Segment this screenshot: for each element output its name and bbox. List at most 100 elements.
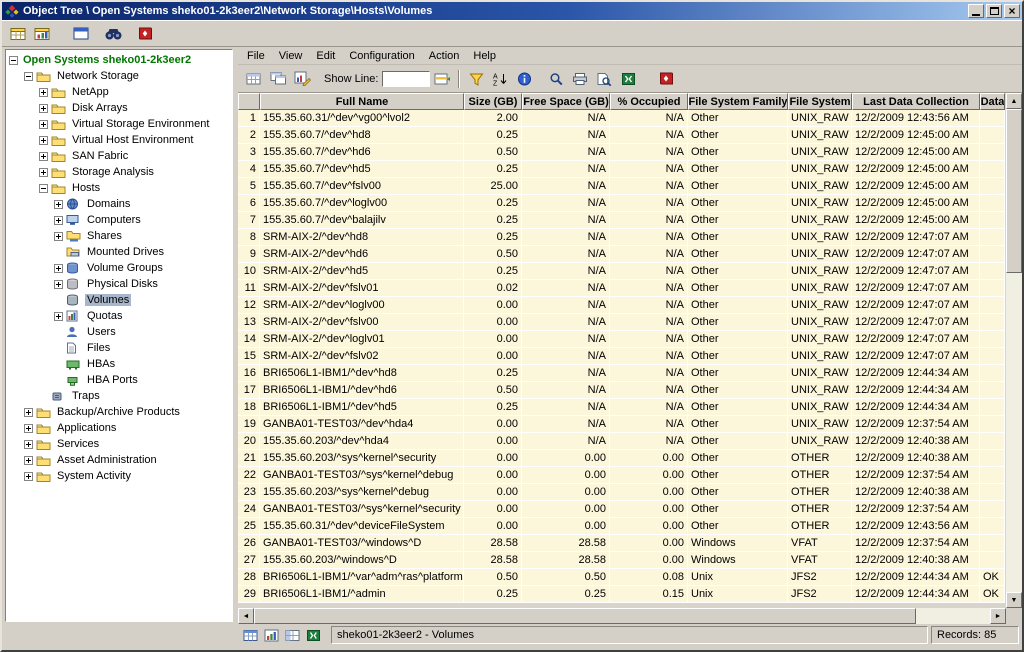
tree-item-storage-analysis[interactable]: Storage Analysis bbox=[6, 164, 232, 180]
column-header-free-space-gb[interactable]: Free Space (GB) bbox=[522, 93, 610, 110]
preview-icon[interactable] bbox=[592, 68, 616, 90]
tree-item-hba-ports[interactable]: HBA Ports bbox=[6, 372, 232, 388]
table-row[interactable]: 2155.35.60.7/^dev^hd80.25N/AN/AOtherUNIX… bbox=[238, 127, 1006, 144]
table-row[interactable]: 22GANBA01-TEST03/^sys^kernel^debug0.000.… bbox=[238, 467, 1006, 484]
table-row[interactable]: 10SRM-AIX-2/^dev^hd50.25N/AN/AOtherUNIX_… bbox=[238, 263, 1006, 280]
show-line-input[interactable] bbox=[382, 71, 430, 87]
bar-chart-view-icon[interactable] bbox=[262, 627, 280, 644]
table-row[interactable]: 24GANBA01-TEST03/^sys^kernel^security0.0… bbox=[238, 501, 1006, 518]
info-icon[interactable] bbox=[512, 68, 536, 90]
chart-edit-icon[interactable] bbox=[290, 68, 314, 90]
plus-expander-icon[interactable] bbox=[24, 440, 33, 449]
table-row[interactable]: 20155.35.60.203/^dev^hda40.00N/AN/AOther… bbox=[238, 433, 1006, 450]
table-row[interactable]: 7155.35.60.7/^dev^balajilv0.25N/AN/AOthe… bbox=[238, 212, 1006, 229]
minimize-button[interactable] bbox=[968, 4, 984, 18]
table-row[interactable]: 4155.35.60.7/^dev^hd50.25N/AN/AOtherUNIX… bbox=[238, 161, 1006, 178]
tree-item-hosts[interactable]: Hosts bbox=[6, 180, 232, 196]
export-excel-icon[interactable] bbox=[616, 68, 640, 90]
maximize-button[interactable] bbox=[986, 4, 1002, 18]
tree-item-computers[interactable]: Computers bbox=[6, 212, 232, 228]
tree-item-volumes[interactable]: Volumes bbox=[6, 292, 232, 308]
scroll-left-icon[interactable]: ◄ bbox=[238, 608, 254, 624]
menu-view[interactable]: View bbox=[272, 48, 310, 64]
table-row[interactable]: 21155.35.60.203/^sys^kernel^security0.00… bbox=[238, 450, 1006, 467]
horizontal-scrollbar[interactable]: ◄ ► bbox=[238, 608, 1006, 624]
minus-expander-icon[interactable] bbox=[9, 56, 18, 65]
vertical-scroll-thumb[interactable] bbox=[1006, 109, 1022, 273]
export-view-icon[interactable] bbox=[304, 627, 322, 644]
column-header-size-gb[interactable]: Size (GB) bbox=[464, 93, 522, 110]
menu-help[interactable]: Help bbox=[466, 48, 503, 64]
table-row[interactable]: 5155.35.60.7/^dev^fslv0025.00N/AN/AOther… bbox=[238, 178, 1006, 195]
tree-item-disk-arrays[interactable]: Disk Arrays bbox=[6, 100, 232, 116]
table-view-icon[interactable] bbox=[241, 627, 259, 644]
tree-item-volume-groups[interactable]: Volume Groups bbox=[6, 260, 232, 276]
plus-expander-icon[interactable] bbox=[24, 472, 33, 481]
apply-row-icon[interactable] bbox=[430, 68, 454, 90]
plus-expander-icon[interactable] bbox=[39, 88, 48, 97]
scroll-up-icon[interactable]: ▲ bbox=[1006, 93, 1022, 109]
horizontal-scroll-thumb[interactable] bbox=[254, 608, 916, 624]
tree-item-virtual-storage-environment[interactable]: Virtual Storage Environment bbox=[6, 116, 232, 132]
table-row[interactable]: 17BRI6506L1-IBM1/^dev^hd60.50N/AN/AOther… bbox=[238, 382, 1006, 399]
plus-expander-icon[interactable] bbox=[39, 120, 48, 129]
tree-item-system-activity[interactable]: System Activity bbox=[6, 468, 232, 484]
tree-item-physical-disks[interactable]: Physical Disks bbox=[6, 276, 232, 292]
tree-item-shares[interactable]: Shares bbox=[6, 228, 232, 244]
filter-icon[interactable] bbox=[464, 68, 488, 90]
plus-expander-icon[interactable] bbox=[24, 408, 33, 417]
table-row[interactable]: 6155.35.60.7/^dev^loglv000.25N/AN/AOther… bbox=[238, 195, 1006, 212]
table-row[interactable]: 26GANBA01-TEST03/^windows^D28.5828.580.0… bbox=[238, 535, 1006, 552]
column-header-last-data-collection[interactable]: Last Data Collection bbox=[852, 93, 980, 110]
table-row[interactable]: 3155.35.60.7/^dev^hd60.50N/AN/AOtherUNIX… bbox=[238, 144, 1006, 161]
plus-expander-icon[interactable] bbox=[39, 152, 48, 161]
column-header-occupied[interactable]: % Occupied bbox=[610, 93, 688, 110]
close-button[interactable]: × bbox=[1004, 4, 1020, 18]
table-row[interactable]: 12SRM-AIX-2/^dev^loglv000.00N/AN/AOtherU… bbox=[238, 297, 1006, 314]
table-row[interactable]: 29BRI6506L1-IBM1/^admin0.250.250.15UnixJ… bbox=[238, 586, 1006, 603]
horizontal-scroll-track[interactable] bbox=[254, 608, 990, 624]
print-icon[interactable] bbox=[568, 68, 592, 90]
menu-edit[interactable]: Edit bbox=[309, 48, 342, 64]
table-row[interactable]: 9SRM-AIX-2/^dev^hd60.50N/AN/AOtherUNIX_R… bbox=[238, 246, 1006, 263]
table-row[interactable]: 14SRM-AIX-2/^dev^loglv010.00N/AN/AOtherU… bbox=[238, 331, 1006, 348]
plus-expander-icon[interactable] bbox=[54, 264, 63, 273]
vertical-scroll-track[interactable] bbox=[1006, 109, 1022, 592]
menu-file[interactable]: File bbox=[240, 48, 272, 64]
plus-expander-icon[interactable] bbox=[39, 168, 48, 177]
help-book-icon[interactable] bbox=[133, 23, 157, 45]
column-header-file-system[interactable]: File System bbox=[788, 93, 852, 110]
tree-item-virtual-host-environment[interactable]: Virtual Host Environment bbox=[6, 132, 232, 148]
plus-expander-icon[interactable] bbox=[54, 280, 63, 289]
minus-expander-icon[interactable] bbox=[24, 72, 33, 81]
plus-expander-icon[interactable] bbox=[39, 136, 48, 145]
table-row[interactable]: 15SRM-AIX-2/^dev^fslv020.00N/AN/AOtherUN… bbox=[238, 348, 1006, 365]
tree-item-users[interactable]: Users bbox=[6, 324, 232, 340]
table-row[interactable]: 16BRI6506L1-IBM1/^dev^hd80.25N/AN/AOther… bbox=[238, 365, 1006, 382]
tree-item-hbas[interactable]: HBAs bbox=[6, 356, 232, 372]
tree-item-quotas[interactable]: Quotas bbox=[6, 308, 232, 324]
copy-table-icon[interactable] bbox=[266, 68, 290, 90]
tree-item-services[interactable]: Services bbox=[6, 436, 232, 452]
sort-icon[interactable]: AZ bbox=[488, 68, 512, 90]
table-row[interactable]: 11SRM-AIX-2/^dev^fslv010.02N/AN/AOtherUN… bbox=[238, 280, 1006, 297]
table-row[interactable]: 1155.35.60.31/^dev^vg00^lvol22.00N/AN/AO… bbox=[238, 110, 1006, 127]
minus-expander-icon[interactable] bbox=[39, 184, 48, 193]
table-row[interactable]: 28BRI6506L1-IBM1/^var^adm^ras^platform0.… bbox=[238, 569, 1006, 586]
tree-item-backup-archive-products[interactable]: Backup/Archive Products bbox=[6, 404, 232, 420]
window-icon[interactable] bbox=[69, 23, 93, 45]
plus-expander-icon[interactable] bbox=[54, 232, 63, 241]
tree-item-san-fabric[interactable]: SAN Fabric bbox=[6, 148, 232, 164]
table-row[interactable]: 8SRM-AIX-2/^dev^hd80.25N/AN/AOtherUNIX_R… bbox=[238, 229, 1006, 246]
find-icon[interactable] bbox=[101, 23, 125, 45]
column-header-full-name[interactable]: Full Name bbox=[260, 93, 464, 110]
plus-expander-icon[interactable] bbox=[39, 104, 48, 113]
scroll-down-icon[interactable]: ▼ bbox=[1006, 592, 1022, 608]
tree-item-domains[interactable]: Domains bbox=[6, 196, 232, 212]
tree-item-traps[interactable]: Traps bbox=[6, 388, 232, 404]
table-row[interactable]: 13SRM-AIX-2/^dev^fslv000.00N/AN/AOtherUN… bbox=[238, 314, 1006, 331]
table-row[interactable]: 23155.35.60.203/^sys^kernel^debug0.000.0… bbox=[238, 484, 1006, 501]
plus-expander-icon[interactable] bbox=[54, 216, 63, 225]
table-icon[interactable] bbox=[242, 68, 266, 90]
vertical-scrollbar[interactable]: ▲ ▼ bbox=[1006, 93, 1022, 608]
